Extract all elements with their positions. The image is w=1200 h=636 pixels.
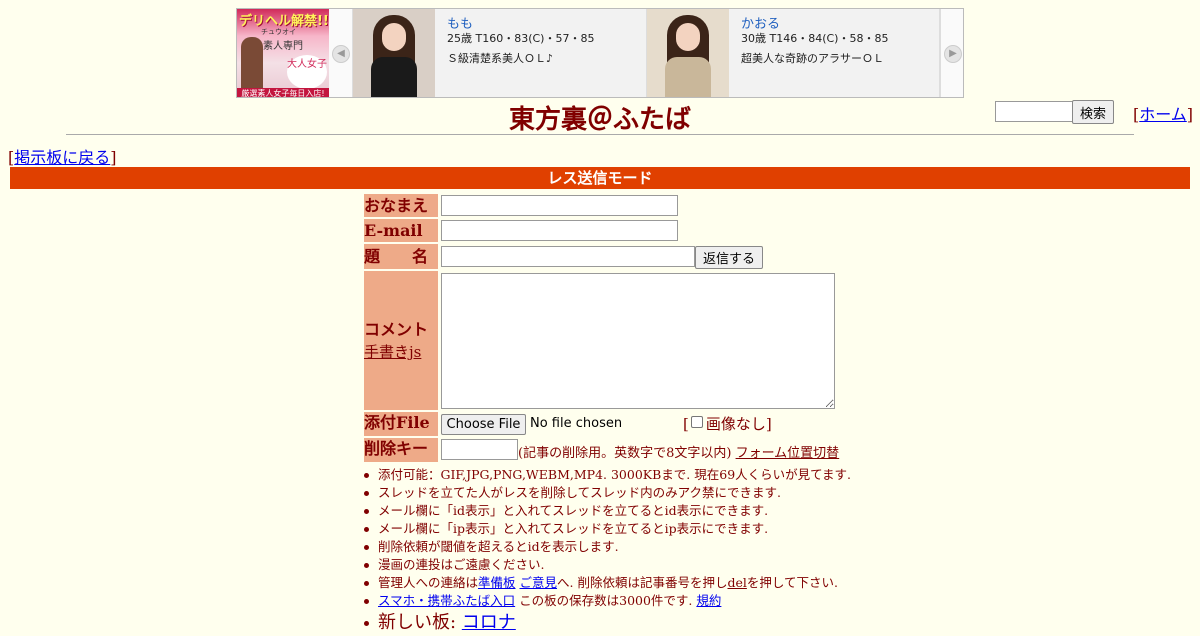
ad-photo (353, 9, 435, 97)
list-item: スレッドを立てた人がレスを削除してスレッド内のみアク禁にできます. (362, 484, 882, 502)
search-input[interactable] (995, 101, 1073, 122)
list-item: 管理人への連絡は準備板 ご意見へ. 削除依頼は記事番号を押しdelを押して下さい… (362, 574, 882, 592)
preparation-board-link[interactable]: 準備板 (478, 575, 516, 590)
comment-label: コメント (364, 320, 429, 339)
list-item: 新しい板: コロナ (362, 610, 882, 636)
email-label: E-mail (364, 219, 438, 242)
list-item: 漫画の連投はご遠慮ください. (362, 556, 882, 574)
home-link[interactable]: ホーム (1139, 105, 1187, 124)
list-item: 添付可能：GIF,JPG,PNG,WEBM,MP4. 3000KBまで. 現在6… (362, 466, 882, 484)
ad-card[interactable]: もも 25歳 T160・83(C)・57・85 Ｓ級清楚系美人ＯＬ♪ (353, 9, 647, 97)
bracket-close: ] (110, 148, 117, 167)
name-label: おなまえ (364, 194, 438, 217)
ad-card-stats: 30歳 T146・84(C)・58・85 (741, 32, 889, 45)
ad-card[interactable]: かおる 30歳 T146・84(C)・58・85 超美人な奇跡のアラサーＯＬ (647, 9, 940, 97)
no-image-checkbox[interactable] (690, 416, 703, 428)
note-text: へ. 削除依頼は記事番号を押し (557, 575, 728, 590)
comment-label-cell: コメント 手書きjs (364, 271, 438, 410)
mobile-entrance-link[interactable]: スマホ・携帯ふたば入口 (378, 593, 515, 608)
list-item: メール欄に「ip表示」と入れてスレッドを立てるとip表示にできます. (362, 520, 882, 538)
list-item: 削除依頼が閾値を超えるとidを表示します. (362, 538, 882, 556)
ad-banner[interactable]: デリヘル解禁!! チュウオイ 素人専門 大人女子 厳選素人女子毎日入店! ◀ も… (236, 8, 964, 98)
ad-photo (647, 9, 729, 97)
ad-logo-sub: チュウオイ (261, 28, 296, 36)
file-label: 添付File (364, 412, 438, 436)
search-button[interactable]: 検索 (1072, 100, 1114, 124)
del-link[interactable]: del (727, 575, 746, 590)
chevron-right-icon: ▶ (944, 45, 962, 63)
ad-logo-footer: 厳選素人女子毎日入店! (237, 88, 329, 97)
posting-rules-list: 添付可能：GIF,JPG,PNG,WEBM,MP4. 3000KBまで. 現在6… (362, 466, 882, 636)
comment-textarea[interactable] (441, 273, 835, 409)
delete-key-note: (記事の削除用。英数字で8文字以内) フォーム位置切替 (518, 442, 839, 461)
ad-logo[interactable]: デリヘル解禁!! チュウオイ 素人専門 大人女子 厳選素人女子毎日入店! (237, 9, 329, 97)
bracket-close: ] (765, 415, 772, 433)
ad-prev-button[interactable]: ◀ (329, 9, 353, 97)
reply-mode-banner: レス送信モード (10, 167, 1190, 189)
bracket-close: ] (1186, 105, 1194, 124)
chevron-left-icon: ◀ (332, 45, 350, 63)
ad-card-stats: 25歳 T160・83(C)・57・85 (447, 32, 595, 45)
note-text: 管理人への連絡は (378, 575, 479, 590)
no-image-option[interactable]: [ 画像なし] (683, 413, 772, 434)
home-link-wrapper: [ホーム] (1133, 101, 1193, 125)
back-to-board-link[interactable]: 掲示板に戻る (14, 148, 110, 167)
choose-file-button[interactable]: Choose File (441, 414, 526, 435)
subject-label: 題 名 (364, 244, 438, 269)
submit-reply-button[interactable]: 返信する (695, 246, 763, 269)
note-text: この板の保存数は3000件です. (515, 593, 697, 608)
ad-logo-badge: 大人女子 (287, 55, 327, 89)
note-text: を押して下さい. (746, 575, 838, 590)
ad-logo-tagline: 素人専門 (263, 41, 303, 52)
feedback-link[interactable]: ご意見 (520, 575, 558, 590)
no-image-label: 画像なし (705, 415, 766, 433)
email-field[interactable] (441, 220, 678, 241)
delete-key-field[interactable] (441, 439, 518, 460)
ad-next-button[interactable]: ▶ (940, 9, 963, 97)
list-item: スマホ・携帯ふたば入口 この板の保存数は3000件です. 規約 (362, 592, 882, 610)
rules-link[interactable]: 規約 (696, 593, 721, 608)
divider (66, 134, 1134, 135)
name-field[interactable] (441, 195, 678, 216)
ad-card-desc: 超美人な奇跡のアラサーＯＬ (741, 52, 884, 65)
ad-card-desc: Ｓ級清楚系美人ＯＬ♪ (447, 52, 554, 65)
list-item: メール欄に「id表示」と入れてスレッドを立てるとid表示にできます. (362, 502, 882, 520)
back-link-wrapper: [掲示板に戻る] (8, 144, 117, 168)
file-status: No file chosen (530, 416, 623, 431)
tegaki-link[interactable]: 手書きjs (364, 343, 421, 361)
bracket-open: [ (683, 415, 689, 433)
form-position-toggle-link[interactable]: フォーム位置切替 (736, 446, 840, 461)
delete-key-hint: (記事の削除用。英数字で8文字以内) (518, 446, 732, 461)
delete-key-label: 削除キー (364, 438, 438, 462)
subject-field[interactable] (441, 246, 695, 267)
